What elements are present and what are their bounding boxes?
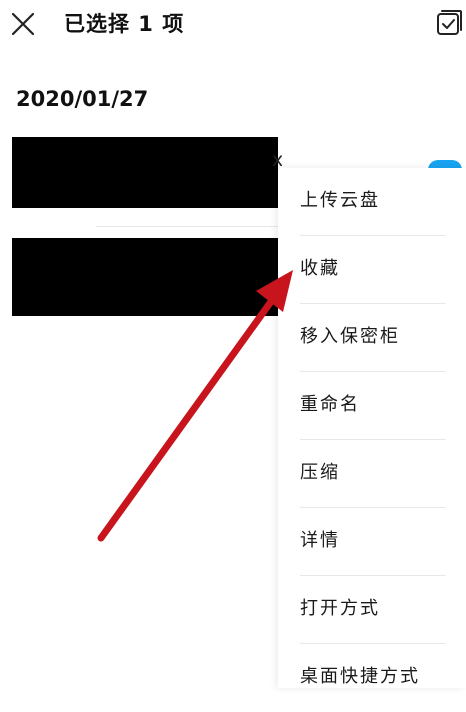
menu-item-label: 移入保密柜: [300, 326, 400, 347]
file-row-redacted[interactable]: [12, 238, 278, 316]
menu-item-label: 桌面快捷方式: [300, 666, 420, 687]
row-divider: [96, 226, 278, 227]
close-icon: [11, 12, 35, 36]
arrow-shaft: [97, 292, 279, 542]
menu-item-label: 详情: [300, 530, 340, 551]
menu-item-open-with[interactable]: 打开方式: [278, 576, 466, 644]
menu-item-details[interactable]: 详情: [278, 508, 466, 576]
menu-item-desktop-shortcut[interactable]: 桌面快捷方式: [278, 644, 466, 712]
menu-item-label: 收藏: [300, 258, 340, 279]
file-row-redacted[interactable]: [12, 137, 278, 208]
menu-item-label: 打开方式: [300, 598, 380, 619]
menu-item-move-to-safe[interactable]: 移入保密柜: [278, 304, 466, 372]
top-bar: 已选择 1 项: [0, 0, 466, 52]
menu-item-rename[interactable]: 重命名: [278, 372, 466, 440]
date-group-header: 2020/01/27: [16, 87, 149, 111]
menu-item-label: 重命名: [300, 394, 360, 415]
checkbox-select-all-icon: [437, 10, 462, 35]
menu-item-upload-cloud[interactable]: 上传云盘: [278, 168, 466, 236]
close-button[interactable]: [8, 9, 38, 39]
select-all-button[interactable]: [433, 9, 463, 39]
menu-item-favorite[interactable]: 收藏: [278, 236, 466, 304]
menu-item-label: 压缩: [300, 462, 340, 483]
page-title: 已选择 1 项: [64, 12, 185, 36]
menu-item-label: 上传云盘: [300, 190, 380, 211]
menu-item-compress[interactable]: 压缩: [278, 440, 466, 508]
context-menu: 上传云盘 收藏 移入保密柜 重命名 压缩 详情 打开方式 桌面快捷方式: [278, 168, 466, 688]
